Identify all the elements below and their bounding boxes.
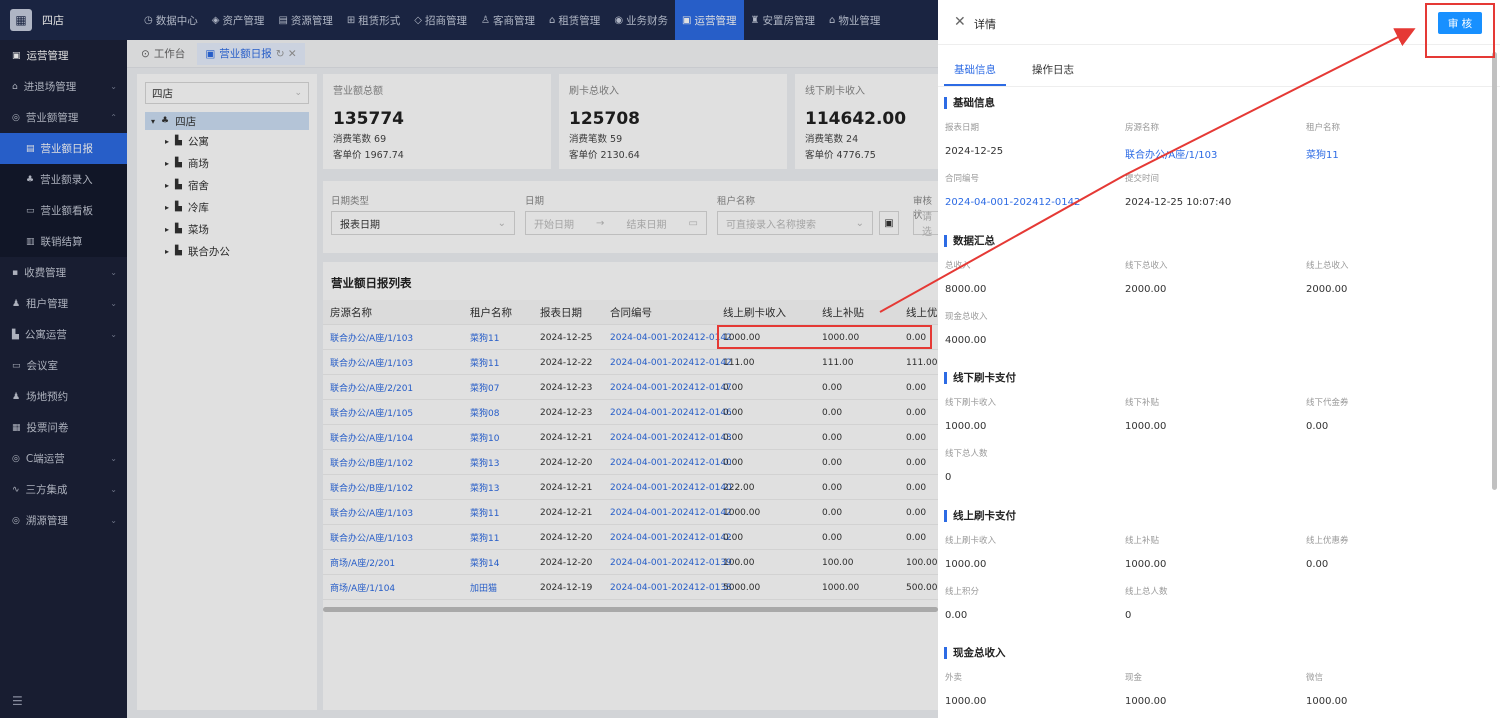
- field-label: 线下总人数: [945, 449, 988, 459]
- field-value[interactable]: 菜狗11: [1306, 146, 1339, 161]
- section-title: 数据汇总: [944, 235, 995, 247]
- field-label: 线上补贴: [1125, 536, 1160, 546]
- drawer-header: ✕ 详情 审 核: [938, 0, 1500, 45]
- field-value: 0.00: [1306, 421, 1329, 432]
- field-value: 0: [1125, 610, 1132, 621]
- field-value: 1000.00: [945, 696, 987, 707]
- tab-basic-info[interactable]: 基础信息: [954, 62, 996, 77]
- field-value: 0: [945, 472, 952, 483]
- highlight-box-audit: [1425, 3, 1495, 58]
- field-value: 4000.00: [945, 335, 987, 346]
- field-value: 1000.00: [945, 421, 987, 432]
- field-value: 2024-12-25 10:07:40: [1125, 197, 1232, 208]
- field-value: 1000.00: [1125, 559, 1167, 570]
- tab-operation-log[interactable]: 操作日志: [1032, 62, 1074, 77]
- field-label: 现金总收入: [945, 312, 988, 322]
- field-label: 线上总收入: [1306, 261, 1349, 271]
- field-label: 线下补贴: [1125, 398, 1160, 408]
- close-icon[interactable]: ✕: [954, 14, 966, 30]
- field-label: 线上积分: [945, 587, 980, 597]
- section-title: 线下刷卡支付: [944, 372, 1016, 384]
- field-label: 线上优惠券: [1306, 536, 1349, 546]
- field-value[interactable]: 联合办公/A座/1/103: [1125, 146, 1217, 161]
- field-value: 0.00: [945, 610, 968, 621]
- field-value[interactable]: 2024-04-001-202412-0142: [945, 197, 1080, 208]
- field-label: 现金: [1125, 673, 1143, 683]
- field-label: 租户名称: [1306, 123, 1341, 133]
- field-label: 总收入: [945, 261, 971, 271]
- field-value: 1000.00: [1306, 696, 1348, 707]
- field-label: 线下总收入: [1125, 261, 1168, 271]
- drawer-mask[interactable]: [0, 0, 938, 718]
- field-label: 线下代金券: [1306, 398, 1349, 408]
- field-label: 线下刷卡收入: [945, 398, 997, 408]
- field-label: 房源名称: [1125, 123, 1160, 133]
- field-value: 0.00: [1306, 559, 1329, 570]
- drawer-scrollbar[interactable]: [1492, 52, 1497, 490]
- field-label: 微信: [1306, 673, 1324, 683]
- field-label: 线上刷卡收入: [945, 536, 997, 546]
- field-value: 2000.00: [1125, 284, 1167, 295]
- field-value: 8000.00: [945, 284, 987, 295]
- highlight-box-row: [717, 325, 932, 349]
- section-title: 现金总收入: [944, 647, 1006, 659]
- drawer-title: 详情: [974, 18, 996, 31]
- field-label: 报表日期: [945, 123, 980, 133]
- tab-divider: [938, 86, 1500, 87]
- field-value: 1000.00: [945, 559, 987, 570]
- field-label: 提交时间: [1125, 174, 1160, 184]
- section-title: 基础信息: [944, 97, 995, 109]
- field-label: 外卖: [945, 673, 963, 683]
- field-value: 1000.00: [1125, 421, 1167, 432]
- field-value: 1000.00: [1125, 696, 1167, 707]
- field-value: 2000.00: [1306, 284, 1348, 295]
- field-value: 2024-12-25: [945, 146, 1004, 157]
- field-label: 线上总人数: [1125, 587, 1168, 597]
- detail-drawer: ✕ 详情 审 核 基础信息 操作日志 基础信息报表日期 2024-12-25 房源名…: [938, 0, 1500, 718]
- section-title: 线上刷卡支付: [944, 510, 1016, 522]
- field-label: 合同编号: [945, 174, 980, 184]
